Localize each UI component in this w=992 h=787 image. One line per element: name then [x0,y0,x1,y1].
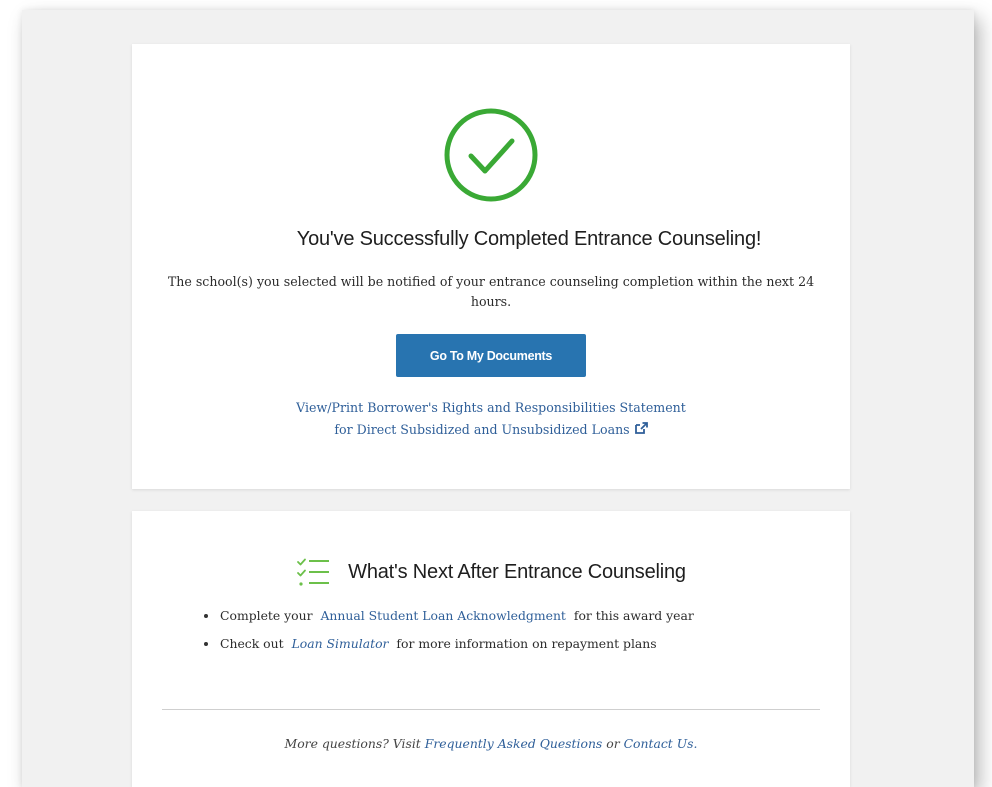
annual-student-loan-acknowledgment-link[interactable]: Annual Student Loan Acknowledgment [320,608,565,623]
checklist-icon [297,558,330,586]
rights-link-line-1: View/Print Borrower's Rights and Respons… [296,400,686,415]
notification-text: The school(s) you selected will be notif… [167,274,815,309]
loan-simulator-link[interactable]: Loan Simulator [292,636,389,651]
rights-link-line-2: for Direct Subsidized and Unsubsidized L… [132,419,850,441]
bullet [204,642,208,646]
bullet [204,614,208,618]
whats-next-card: What's Next After Entrance Counseling Co… [132,511,850,787]
divider [162,709,820,710]
more-questions-text: More questions? Visit Frequently Asked Q… [132,736,850,751]
content-panel: You've Successfully Completed Entrance C… [22,10,974,787]
list-item-prefix: Complete your [220,608,313,623]
whats-next-title: What's Next After Entrance Counseling [348,560,686,583]
whats-next-header: What's Next After Entrance Counseling [132,557,850,587]
list-item: Complete your Annual Student Loan Acknow… [200,607,694,635]
external-link-icon [634,422,648,434]
list-item-prefix: Check out [220,636,284,651]
faq-link[interactable]: Frequently Asked Questions [425,736,603,751]
more-questions-middle: or [606,736,620,751]
borrower-rights-statement-link[interactable]: View/Print Borrower's Rights and Respons… [132,397,850,441]
completion-title: You've Successfully Completed Entrance C… [296,228,762,250]
contact-us-link[interactable]: Contact Us. [624,736,698,751]
go-to-my-documents-button[interactable]: Go To My Documents [396,334,586,377]
page: You've Successfully Completed Entrance C… [0,0,992,787]
list-item: Check out Loan Simulator for more inform… [200,635,694,663]
completion-card: You've Successfully Completed Entrance C… [132,44,850,489]
next-steps-list: Complete your Annual Student Loan Acknow… [200,607,694,663]
list-item-suffix: for this award year [573,608,694,623]
check-circle-icon [444,108,538,202]
list-item-suffix: for more information on repayment plans [396,636,657,651]
more-questions-prefix: More questions? Visit [284,736,421,751]
